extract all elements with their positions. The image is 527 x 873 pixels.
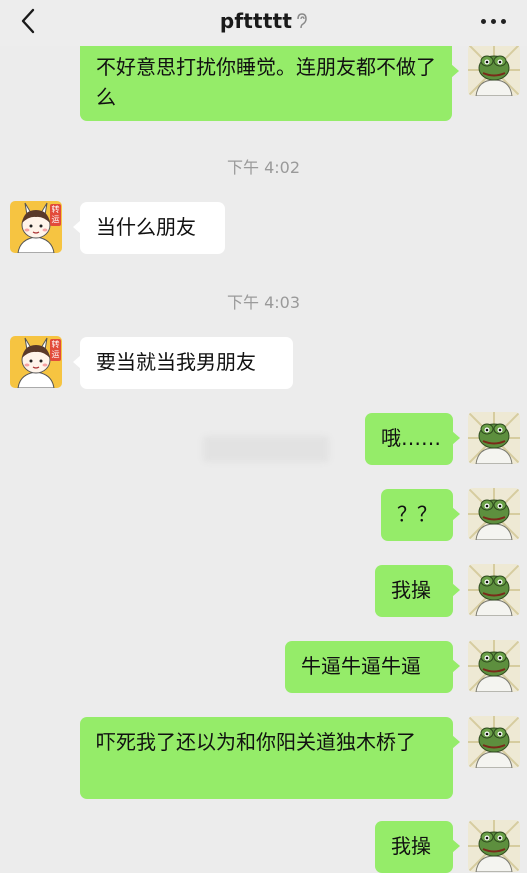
my-avatar[interactable]: [468, 44, 520, 96]
message-text: 当什么朋友: [96, 215, 196, 239]
message-bubble-received[interactable]: 当什么朋友: [73, 202, 225, 254]
more-dots-icon: [481, 19, 486, 24]
my-avatar[interactable]: [468, 488, 520, 540]
message-bubble-sent[interactable]: 哦……: [365, 413, 460, 465]
avatar-badge-text: 转运: [51, 205, 60, 224]
chat-title: pfttttt: [219, 9, 293, 33]
message-text: 我操: [391, 578, 431, 602]
more-dot: [491, 19, 496, 24]
message-text: 不好意思打扰你睡觉。连朋友都不做了么: [96, 55, 436, 109]
frog-avatar-image: [468, 44, 520, 96]
message-bubble-sent[interactable]: 我操: [375, 565, 460, 617]
message-text: 我操: [391, 834, 431, 858]
my-avatar[interactable]: [468, 716, 520, 768]
frog-avatar-image: [468, 488, 520, 540]
my-avatar[interactable]: [468, 412, 520, 464]
message-text: 哦……: [381, 426, 441, 450]
more-dot: [501, 19, 506, 24]
message-bubble-sent[interactable]: 我操: [375, 821, 460, 873]
timestamp: 下午 4:03: [226, 293, 301, 312]
frog-avatar-image: [468, 716, 520, 768]
message-bubble-sent[interactable]: ？？: [381, 489, 460, 541]
frog-avatar-image: [468, 820, 520, 872]
avatar-badge-text: 转运: [51, 340, 60, 359]
frog-avatar-image: [468, 564, 520, 616]
message-text: 牛逼牛逼牛逼: [301, 654, 421, 678]
message-text: ？？: [397, 502, 437, 526]
message-bubble-received[interactable]: 要当就当我男朋友: [73, 337, 293, 389]
more-button[interactable]: [479, 10, 509, 32]
my-avatar[interactable]: [468, 820, 520, 872]
redacted-area: [203, 436, 329, 462]
my-avatar[interactable]: [468, 564, 520, 616]
message-bubble-sent[interactable]: 吓死我了还以为和你阳关道独木桥了: [80, 717, 460, 799]
contact-avatar[interactable]: 转运: [10, 201, 62, 253]
timestamp: 下午 4:02: [226, 158, 301, 177]
chat-header: pfttttt: [0, 0, 527, 46]
contact-avatar[interactable]: 转运: [10, 336, 62, 388]
message-bubble-sent[interactable]: 不好意思打扰你睡觉。连朋友都不做了么: [80, 46, 459, 121]
chat-title-wrap: pfttttt: [0, 9, 527, 35]
my-avatar[interactable]: [468, 640, 520, 692]
message-text: 吓死我了还以为和你阳关道独木桥了: [96, 730, 416, 754]
frog-avatar-image: [468, 640, 520, 692]
ear-icon: [295, 11, 307, 35]
frog-avatar-image: [468, 412, 520, 464]
message-text: 要当就当我男朋友: [96, 350, 256, 374]
message-bubble-sent[interactable]: 牛逼牛逼牛逼: [285, 641, 460, 693]
